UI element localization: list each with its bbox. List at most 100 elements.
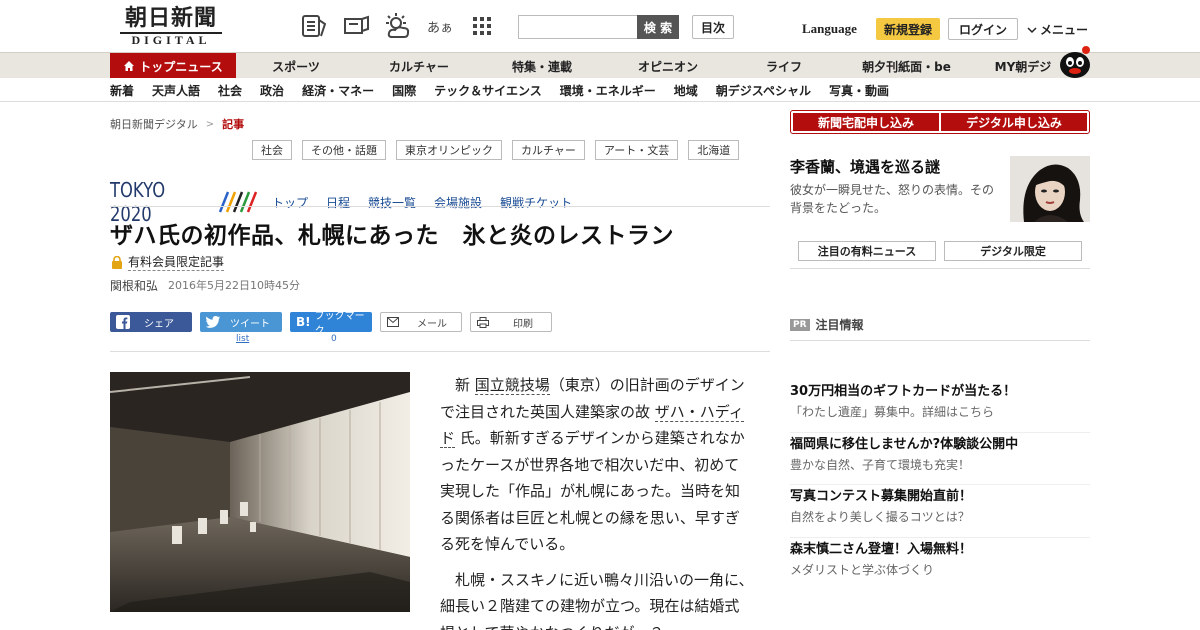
pr-item-description: 「わたし遺産」募集中。詳細はこちら	[790, 405, 995, 419]
breadcrumb-root[interactable]: 朝日新聞デジタル	[110, 116, 198, 132]
language-link[interactable]: Language	[802, 21, 857, 37]
topic-tag[interactable]: 社会	[252, 140, 292, 160]
login-button[interactable]: ログイン	[948, 18, 1018, 40]
paid-badge[interactable]: 有料会員限定記事	[111, 253, 225, 271]
subnav-item[interactable]: 環境・エネルギー	[560, 82, 656, 99]
newspaper-icon[interactable]	[300, 12, 328, 40]
twitter-count[interactable]: list	[236, 334, 249, 344]
pr-item[interactable]: 30万円相当のギフトカードが当たる！ 「わたし遺産」募集中。詳細はこちら	[790, 380, 1090, 433]
subscribe-paper-button[interactable]: 新聞宅配申し込み	[793, 113, 939, 131]
subnav-item[interactable]: 国際	[392, 82, 416, 99]
nav-culture[interactable]: カルチャー	[356, 53, 482, 79]
article-photo[interactable]	[110, 372, 410, 612]
tokyo-link[interactable]: 競技一覧	[368, 194, 416, 211]
weather-icon[interactable]	[384, 12, 412, 40]
divider	[790, 340, 1090, 341]
nav-opinion[interactable]: オピニオン	[602, 53, 734, 79]
font-size-icon[interactable]: あぁ	[426, 12, 454, 40]
tokyo-link[interactable]: 観戦チケット	[500, 194, 572, 211]
hatena-bookmark-button[interactable]: B! ブックマーク	[290, 311, 372, 337]
pr-badge: PR	[790, 318, 810, 331]
paragraph-text: 氏。斬新すぎるデザインから建築されなかったケースが世界各地で相次いだ中、初めて実…	[440, 429, 745, 553]
tokyo-link[interactable]: トップ	[272, 194, 308, 211]
paper-edition-icon[interactable]	[342, 12, 370, 40]
pr-section-header: PR 注目情報	[790, 316, 864, 333]
nav-features[interactable]: 特集・連載	[482, 53, 602, 79]
subnav-item[interactable]: 新着	[110, 82, 134, 99]
pr-list: 30万円相当のギフトカードが当たる！ 「わたし遺産」募集中。詳細はこちら 福岡県…	[790, 380, 1090, 590]
logo-kanji: 朝日新聞	[124, 5, 217, 31]
facebook-share-button[interactable]: シェア	[110, 312, 192, 332]
twitter-icon	[206, 316, 220, 328]
hatena-count[interactable]: 0	[331, 334, 337, 344]
nav-life[interactable]: ライフ	[734, 53, 834, 79]
tokyo-link[interactable]: 日程	[326, 194, 350, 211]
page: 朝日新聞 DIGITAL あぁ 検 索 目次 Language 新規登録 ログイ…	[0, 0, 1200, 630]
publish-date: 2016年5月22日10時45分	[168, 279, 300, 292]
pr-item-description: 自然をより美しく撮るコツとは？	[790, 510, 970, 524]
menu-button[interactable]: メニュー	[1027, 21, 1088, 38]
subnav-item[interactable]: 写真・動画	[829, 82, 889, 99]
pr-item-title: 30万円相当のギフトカードが当たる！	[790, 384, 1017, 399]
mail-share-button[interactable]: メール	[380, 312, 462, 332]
pr-item[interactable]: 写真コンテスト募集開始直前！ 自然をより美しく撮るコツとは？	[790, 485, 1090, 538]
subnav-item[interactable]: 朝デジスペシャル	[716, 82, 811, 99]
subnav-item[interactable]: テック＆サイエンス	[434, 82, 542, 99]
pr-item[interactable]: 森末慎二さん登壇！入場無料！ メダリストと学ぶ体づくり	[790, 538, 1090, 591]
featured-story[interactable]: 李香蘭、境遇を巡る謎 彼女が一瞬見せた、怒りの表情。その背景をたどった。	[790, 156, 1090, 222]
main-nav: トップニュース スポーツ カルチャー 特集・連載 オピニオン ライフ 朝夕刊紙面…	[0, 46, 1200, 79]
breadcrumb-separator: >	[205, 118, 215, 130]
tokyo2020-links: トップ 日程 競技一覧 会場施設 観戦チケット	[272, 194, 572, 211]
lock-icon	[112, 255, 122, 269]
search-button[interactable]: 検 索	[637, 15, 679, 39]
hatena-icon: B!	[296, 315, 311, 329]
register-button[interactable]: 新規登録	[876, 18, 940, 40]
subscribe-digital-button[interactable]: デジタル申し込み	[941, 113, 1087, 131]
nav-my-asahi[interactable]: MY朝デジ	[979, 53, 1067, 79]
print-label: 印刷	[513, 318, 533, 330]
subnav-item[interactable]: 社会	[218, 82, 242, 99]
pr-item-description: メダリストと学ぶ体づくり	[790, 562, 935, 577]
tab-paid-news[interactable]: 注目の有料ニュース	[798, 241, 936, 261]
print-button[interactable]: 印刷	[470, 312, 552, 332]
site-header: 朝日新聞 DIGITAL あぁ 検 索 目次 Language 新規登録 ログイ…	[0, 0, 1200, 52]
topic-tag[interactable]: 東京オリンピック	[396, 140, 502, 160]
subnav-item[interactable]: 政治	[260, 82, 284, 99]
topic-tag[interactable]: アート・文芸	[594, 140, 679, 160]
menu-label: メニュー	[1040, 23, 1089, 37]
logo-digital: DIGITAL	[120, 32, 222, 47]
featured-portrait	[1010, 156, 1090, 222]
subnav-item[interactable]: 地域	[674, 82, 698, 99]
subnav-item[interactable]: 経済・マネー	[302, 82, 374, 99]
asahi-logo[interactable]: 朝日新聞 DIGITAL	[112, 5, 230, 47]
mail-label: メール	[417, 318, 447, 330]
nav-paper[interactable]: 朝夕刊紙面・be	[834, 53, 979, 79]
tab-digital-only[interactable]: デジタル限定	[944, 241, 1082, 261]
topic-tag[interactable]: その他・話題	[302, 140, 386, 160]
tokyo-link[interactable]: 会場施設	[434, 194, 482, 211]
nav-top-news[interactable]: トップニュース	[110, 53, 236, 79]
article-title: ザハ氏の初作品、札幌にあった 氷と炎のレストラン	[110, 223, 674, 249]
pr-item-description: 豊かな自然、子育て環境も充実！	[790, 457, 971, 472]
search-input[interactable]	[518, 15, 638, 39]
pr-item[interactable]: 福岡県に移住しませんか?体験談公開中 豊かな自然、子育て環境も充実！	[790, 433, 1090, 485]
nav-sports[interactable]: スポーツ	[236, 53, 356, 79]
subnav-item[interactable]: 天声人語	[152, 82, 200, 99]
article-paragraph: 札幌・ススキノに近い鴨々川沿いの一角に、細長い２階建ての建物が立つ。現在は結婚式…	[440, 570, 754, 630]
paid-label: 有料会員限定記事	[128, 255, 225, 271]
header-icons: あぁ	[300, 12, 496, 40]
twitter-share-button[interactable]: ツイート	[200, 312, 282, 332]
sidebar-tabs: 注目の有料ニュース デジタル限定	[798, 241, 1082, 261]
breadcrumb: 朝日新聞デジタル > 記事	[110, 116, 244, 132]
toc-button[interactable]: 目次	[692, 15, 734, 39]
divider	[110, 351, 770, 352]
grid-menu-icon[interactable]	[468, 12, 496, 40]
featured-description: 彼女が一瞬見せた、怒りの表情。その背景をたどった。	[790, 183, 995, 215]
topic-tag[interactable]: カルチャー	[512, 140, 585, 160]
featured-title: 李香蘭、境遇を巡る謎	[790, 158, 941, 176]
topic-tag[interactable]: 北海道	[688, 140, 740, 160]
article-paragraph: 新 国立競技場（東京）の旧計画のデザインで注目された英国人建築家の故 ザハ・ハデ…	[440, 372, 754, 558]
pr-label: 注目情報	[815, 318, 864, 332]
keyword-link[interactable]: 国立競技場	[474, 376, 550, 395]
hatena-label: ブックマーク	[314, 311, 365, 337]
